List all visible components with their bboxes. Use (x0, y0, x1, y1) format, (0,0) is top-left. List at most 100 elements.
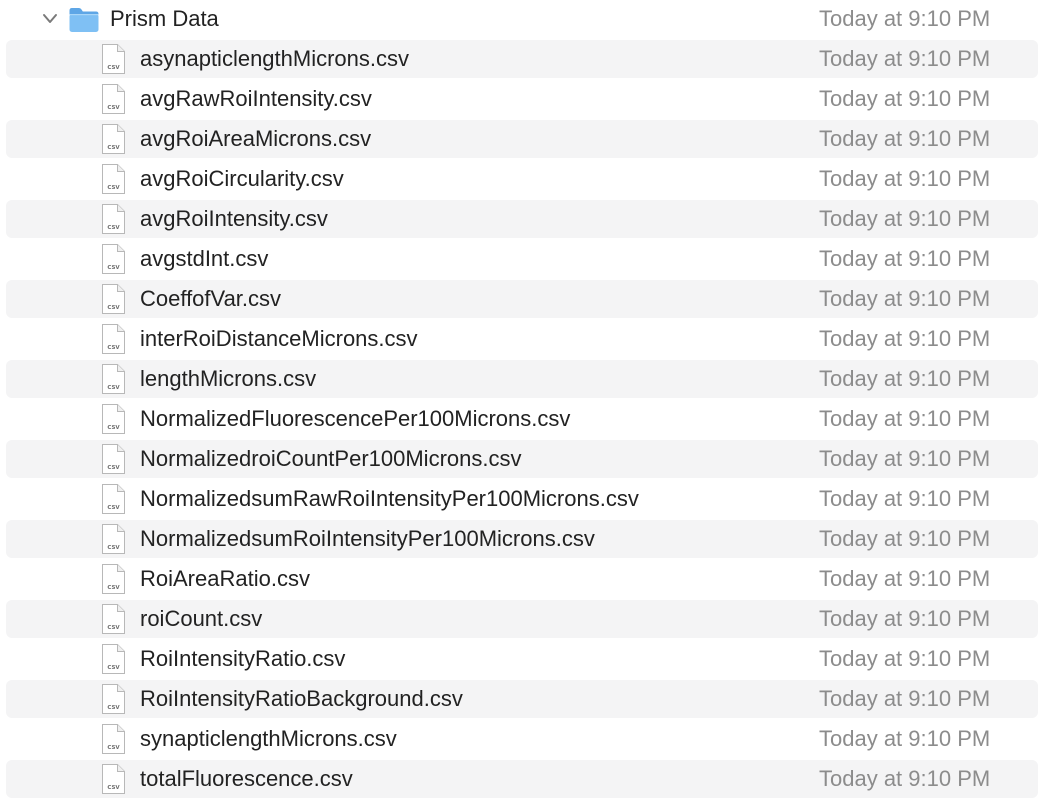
file-name: RoiAreaRatio.csv (140, 566, 310, 591)
file-date-modified: Today at 9:10 PM (819, 246, 991, 271)
csv-file-icon: CSV (102, 284, 125, 314)
csv-file-icon: CSV (102, 484, 125, 514)
csv-badge: CSV (107, 545, 120, 551)
csv-file-icon: CSV (102, 404, 125, 434)
file-name: NormalizedroiCountPer100Microns.csv (140, 446, 522, 471)
file-name: avgRawRoiIntensity.csv (140, 86, 372, 111)
file-date-modified: Today at 9:10 PM (819, 326, 991, 351)
csv-file-icon: CSV (102, 684, 125, 714)
csv-badge: CSV (107, 745, 120, 751)
file-row[interactable]: CSV avgRoiCircularity.csv Today at 9:10 … (6, 160, 1038, 198)
file-date-modified: Today at 9:10 PM (819, 646, 991, 671)
chevron-down-icon[interactable] (40, 9, 60, 29)
file-row[interactable]: CSV NormalizedsumRawRoiIntensityPer100Mi… (6, 480, 1038, 518)
csv-file-icon: CSV (102, 564, 125, 594)
file-name: NormalizedsumRawRoiIntensityPer100Micron… (140, 486, 639, 511)
file-row[interactable]: CSV RoiIntensityRatioBackground.csv Toda… (6, 680, 1038, 718)
file-row[interactable]: CSV avgRoiIntensity.csv Today at 9:10 PM (6, 200, 1038, 238)
file-row[interactable]: CSV lengthMicrons.csv Today at 9:10 PM (6, 360, 1038, 398)
file-date-modified: Today at 9:10 PM (819, 606, 991, 631)
csv-badge: CSV (107, 785, 120, 791)
file-name: NormalizedsumRoiIntensityPer100Microns.c… (140, 526, 595, 551)
file-name: RoiIntensityRatio.csv (140, 646, 346, 671)
csv-file-icon: CSV (102, 724, 125, 754)
file-date-modified: Today at 9:10 PM (819, 86, 991, 111)
file-date-modified: Today at 9:10 PM (819, 286, 991, 311)
file-name: NormalizedFluorescencePer100Microns.csv (140, 406, 571, 431)
file-date-modified: Today at 9:10 PM (819, 406, 991, 431)
file-date-modified: Today at 9:10 PM (819, 166, 991, 191)
csv-badge: CSV (107, 305, 120, 311)
file-row[interactable]: CSV NormalizedsumRoiIntensityPer100Micro… (6, 520, 1038, 558)
csv-file-icon: CSV (102, 644, 125, 674)
file-name: CoeffofVar.csv (140, 286, 282, 311)
file-date-modified: Today at 9:10 PM (819, 566, 991, 591)
file-name: avgRoiIntensity.csv (140, 206, 328, 231)
file-name: lengthMicrons.csv (140, 366, 317, 391)
csv-badge: CSV (107, 385, 120, 391)
csv-badge: CSV (107, 105, 120, 111)
file-name: avgRoiAreaMicrons.csv (140, 126, 372, 151)
csv-file-icon: CSV (102, 44, 125, 74)
file-row[interactable]: CSV avgRoiAreaMicrons.csv Today at 9:10 … (6, 120, 1038, 158)
file-date-modified: Today at 9:10 PM (819, 726, 991, 751)
folder-row-prism-data[interactable]: Prism Data Today at 9:10 PM (0, 0, 1038, 38)
csv-badge: CSV (107, 225, 120, 231)
csv-badge: CSV (107, 265, 120, 271)
file-date-modified: Today at 9:10 PM (819, 206, 991, 231)
file-row[interactable]: CSV avgRawRoiIntensity.csv Today at 9:10… (6, 80, 1038, 118)
file-name: avgstdInt.csv (140, 246, 269, 271)
csv-badge: CSV (107, 185, 120, 191)
file-row[interactable]: CSV NormalizedroiCountPer100Microns.csv … (6, 440, 1038, 478)
csv-file-icon: CSV (102, 764, 125, 794)
file-date-modified: Today at 9:10 PM (819, 526, 991, 551)
csv-badge: CSV (107, 345, 120, 351)
file-name: interRoiDistanceMicrons.csv (140, 326, 418, 351)
csv-file-icon: CSV (102, 364, 125, 394)
csv-badge: CSV (107, 65, 120, 71)
csv-file-icon: CSV (102, 444, 125, 474)
csv-badge: CSV (107, 625, 120, 631)
csv-badge: CSV (107, 425, 120, 431)
file-name: totalFluorescence.csv (140, 766, 353, 791)
file-row[interactable]: CSV roiCount.csv Today at 9:10 PM (6, 600, 1038, 638)
csv-file-icon: CSV (102, 244, 125, 274)
file-date-modified: Today at 9:10 PM (819, 686, 991, 711)
file-row[interactable]: CSV totalFluorescence.csv Today at 9:10 … (6, 760, 1038, 798)
file-name: RoiIntensityRatioBackground.csv (140, 686, 463, 711)
file-date-modified: Today at 9:10 PM (819, 446, 991, 471)
csv-file-icon: CSV (102, 524, 125, 554)
file-date-modified: Today at 9:10 PM (819, 366, 991, 391)
csv-file-icon: CSV (102, 84, 125, 114)
csv-file-icon: CSV (102, 164, 125, 194)
csv-file-icon: CSV (102, 324, 125, 354)
file-row[interactable]: CSV asynapticlengthMicrons.csv Today at … (6, 40, 1038, 78)
file-row[interactable]: CSV avgstdInt.csv Today at 9:10 PM (6, 240, 1038, 278)
file-date-modified: Today at 9:10 PM (819, 126, 991, 151)
csv-file-icon: CSV (102, 604, 125, 634)
csv-file-icon: CSV (102, 204, 125, 234)
csv-badge: CSV (107, 585, 120, 591)
file-row[interactable]: CSV NormalizedFluorescencePer100Microns.… (6, 400, 1038, 438)
file-date-modified: Today at 9:10 PM (819, 486, 991, 511)
file-row[interactable]: CSV interRoiDistanceMicrons.csv Today at… (6, 320, 1038, 358)
csv-badge: CSV (107, 665, 120, 671)
csv-badge: CSV (107, 505, 120, 511)
file-name: synapticlengthMicrons.csv (140, 726, 397, 751)
file-name: roiCount.csv (140, 606, 263, 631)
file-row[interactable]: CSV CoeffofVar.csv Today at 9:10 PM (6, 280, 1038, 318)
file-row[interactable]: CSV RoiAreaRatio.csv Today at 9:10 PM (6, 560, 1038, 598)
folder-date-modified: Today at 9:10 PM (819, 6, 991, 31)
finder-file-list: Prism Data Today at 9:10 PM CSV asynapti… (0, 0, 1038, 800)
csv-badge: CSV (107, 145, 120, 151)
folder-name: Prism Data (110, 6, 219, 31)
file-name: asynapticlengthMicrons.csv (140, 46, 410, 71)
file-row[interactable]: CSV RoiIntensityRatio.csv Today at 9:10 … (6, 640, 1038, 678)
file-date-modified: Today at 9:10 PM (819, 766, 991, 791)
csv-badge: CSV (107, 465, 120, 471)
file-date-modified: Today at 9:10 PM (819, 46, 991, 71)
folder-icon (69, 8, 99, 32)
file-row[interactable]: CSV synapticlengthMicrons.csv Today at 9… (6, 720, 1038, 758)
csv-badge: CSV (107, 705, 120, 711)
csv-file-icon: CSV (102, 124, 125, 154)
